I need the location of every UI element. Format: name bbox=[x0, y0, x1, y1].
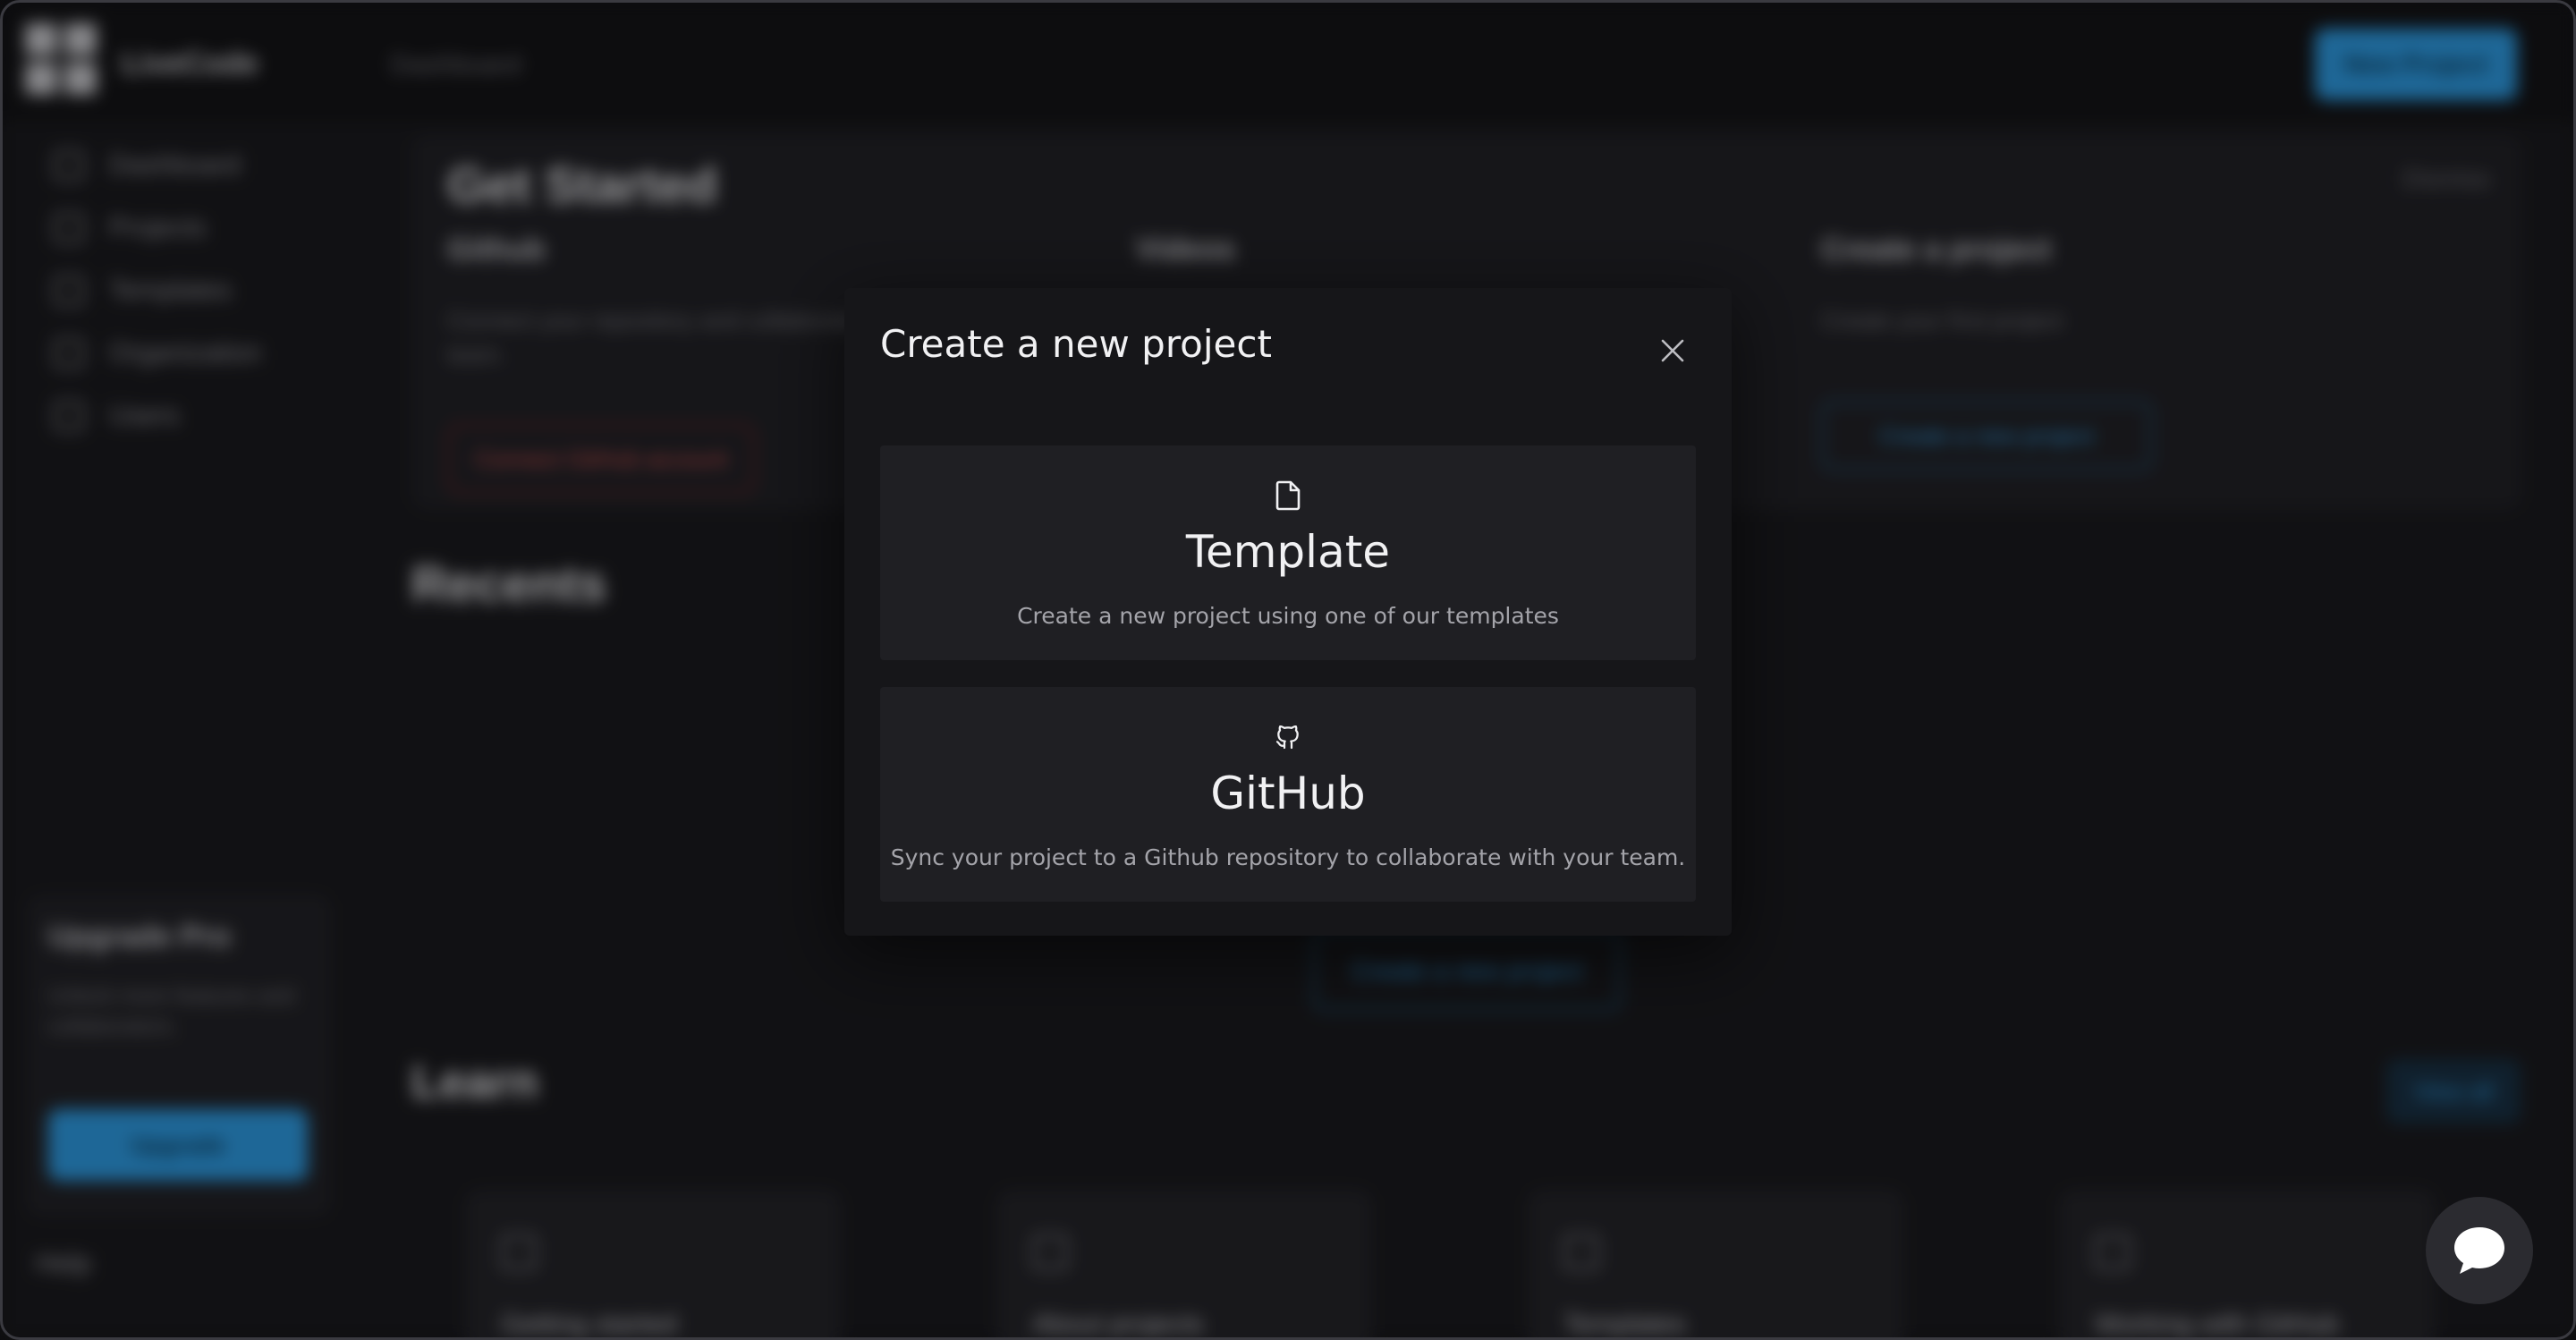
github-icon bbox=[1263, 712, 1313, 762]
github-option[interactable]: GitHub Sync your project to a Github rep… bbox=[880, 687, 1696, 902]
chat-bubble-icon bbox=[2454, 1227, 2504, 1274]
dialog-title: Create a new project bbox=[880, 322, 1272, 366]
close-icon bbox=[1661, 339, 1684, 362]
file-icon bbox=[1263, 471, 1313, 521]
create-project-dialog: Create a new project Template Create a n… bbox=[844, 288, 1732, 936]
close-button[interactable] bbox=[1649, 327, 1696, 374]
option-description: Create a new project using one of our te… bbox=[1017, 603, 1559, 629]
template-option[interactable]: Template Create a new project using one … bbox=[880, 445, 1696, 660]
option-title: Template bbox=[1185, 526, 1391, 578]
option-description: Sync your project to a Github repository… bbox=[890, 844, 1686, 870]
option-title: GitHub bbox=[1210, 768, 1366, 819]
chat-widget-button[interactable] bbox=[2426, 1197, 2533, 1304]
